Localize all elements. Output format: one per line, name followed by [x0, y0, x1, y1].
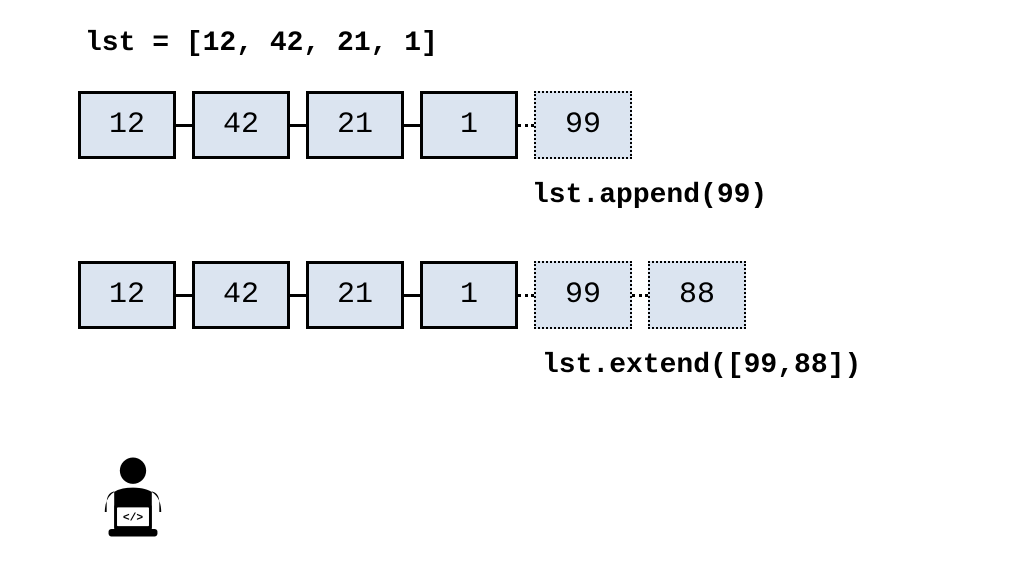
append-code-label: lst.append(99) [532, 180, 767, 211]
link [176, 124, 192, 127]
link-dotted [518, 294, 534, 297]
cell-appended: 99 [534, 91, 632, 159]
coder-icon: </> [86, 450, 180, 544]
cell-extended: 88 [648, 261, 746, 329]
link [404, 294, 420, 297]
extend-code-label: lst.extend([99,88]) [542, 350, 861, 381]
cell: 12 [78, 261, 176, 329]
list-declaration-code: lst = [12, 42, 21, 1] [85, 28, 438, 59]
svg-text:</>: </> [123, 513, 144, 525]
cell: 21 [306, 91, 404, 159]
link-dotted [518, 124, 534, 127]
link-dotted [632, 294, 648, 297]
cell: 12 [78, 91, 176, 159]
link [290, 294, 306, 297]
cell: 42 [192, 261, 290, 329]
cell: 42 [192, 91, 290, 159]
link [404, 124, 420, 127]
append-row: 12 42 21 1 99 [78, 90, 632, 160]
link [176, 294, 192, 297]
cell: 21 [306, 261, 404, 329]
extend-row: 12 42 21 1 99 88 [78, 260, 746, 330]
cell: 1 [420, 261, 518, 329]
cell-extended: 99 [534, 261, 632, 329]
cell: 1 [420, 91, 518, 159]
link [290, 124, 306, 127]
